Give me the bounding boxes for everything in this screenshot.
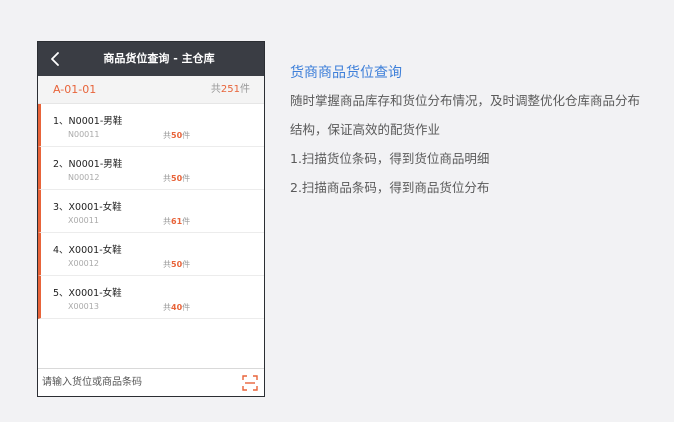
item-count: 共40件 — [163, 302, 190, 313]
list-item[interactable]: 3、X0001-女鞋 X00011 共61件 — [38, 190, 264, 233]
search-bar — [38, 368, 264, 396]
feature-step-1: 1.扫描货位条码，得到货位商品明细 — [290, 151, 490, 166]
item-title: 3、X0001-女鞋 — [53, 202, 122, 213]
item-count-suffix: 件 — [182, 174, 191, 183]
feature-title: 货商商品货位查询 — [290, 65, 402, 81]
location-total-count: 251 — [220, 84, 240, 95]
scan-icon[interactable] — [242, 375, 258, 391]
item-code: X00011 — [68, 216, 99, 225]
item-count: 共61件 — [163, 216, 190, 227]
list-item[interactable]: 2、N0001-男鞋 N00012 共50件 — [38, 147, 264, 190]
item-count-number: 50 — [171, 131, 183, 140]
search-input[interactable] — [42, 373, 236, 392]
list-item[interactable]: 5、X0001-女鞋 X00013 共40件 — [38, 276, 264, 319]
item-count-number: 50 — [171, 260, 183, 269]
item-count-prefix: 共 — [163, 260, 171, 269]
page-title: 商品货位查询 - 主仓库 — [103, 52, 215, 65]
list-item[interactable]: 1、N0001-男鞋 N00011 共50件 — [38, 104, 264, 147]
item-count-number: 50 — [171, 174, 183, 183]
item-count-number: 40 — [171, 303, 183, 312]
location-total: 共251件 — [211, 76, 250, 104]
item-count-suffix: 件 — [182, 303, 191, 312]
list-item[interactable]: 4、X0001-女鞋 X00012 共50件 — [38, 233, 264, 276]
item-count: 共50件 — [163, 259, 190, 270]
item-code: N00012 — [68, 173, 100, 182]
location-header: A-01-01 共251件 — [38, 76, 264, 104]
feature-description: 货商商品货位查询 随时掌握商品库存和货位分布情况，及时调整优化仓库商品分布结构，… — [290, 60, 650, 202]
item-title: 4、X0001-女鞋 — [53, 245, 122, 256]
item-title: 5、X0001-女鞋 — [53, 288, 122, 299]
item-count-number: 61 — [171, 217, 183, 226]
item-count-suffix: 件 — [182, 131, 191, 140]
item-count-suffix: 件 — [182, 260, 191, 269]
location-total-suffix: 件 — [240, 84, 250, 95]
product-list: 1、N0001-男鞋 N00011 共50件 2、N0001-男鞋 N00012… — [38, 104, 264, 319]
phone-screen: 商品货位查询 - 主仓库 A-01-01 共251件 1、N0001-男鞋 N0… — [37, 41, 265, 397]
item-code: N00011 — [68, 130, 100, 139]
item-count-prefix: 共 — [163, 131, 171, 140]
item-title: 2、N0001-男鞋 — [53, 159, 123, 170]
item-count-prefix: 共 — [163, 303, 171, 312]
location-code: A-01-01 — [53, 83, 97, 96]
navigation-bar: 商品货位查询 - 主仓库 — [38, 42, 264, 76]
feature-summary: 随时掌握商品库存和货位分布情况，及时调整优化仓库商品分布结构，保证高效的配货作业 — [290, 93, 641, 137]
item-title: 1、N0001-男鞋 — [53, 116, 123, 127]
feature-step-2: 2.扫描商品条码，得到商品货位分布 — [290, 180, 490, 195]
item-count: 共50件 — [163, 173, 190, 184]
item-code: X00013 — [68, 302, 99, 311]
item-count: 共50件 — [163, 130, 190, 141]
item-count-prefix: 共 — [163, 217, 171, 226]
location-total-prefix: 共 — [210, 84, 221, 95]
item-count-suffix: 件 — [182, 217, 191, 226]
item-code: X00012 — [68, 259, 99, 268]
item-count-prefix: 共 — [163, 174, 171, 183]
